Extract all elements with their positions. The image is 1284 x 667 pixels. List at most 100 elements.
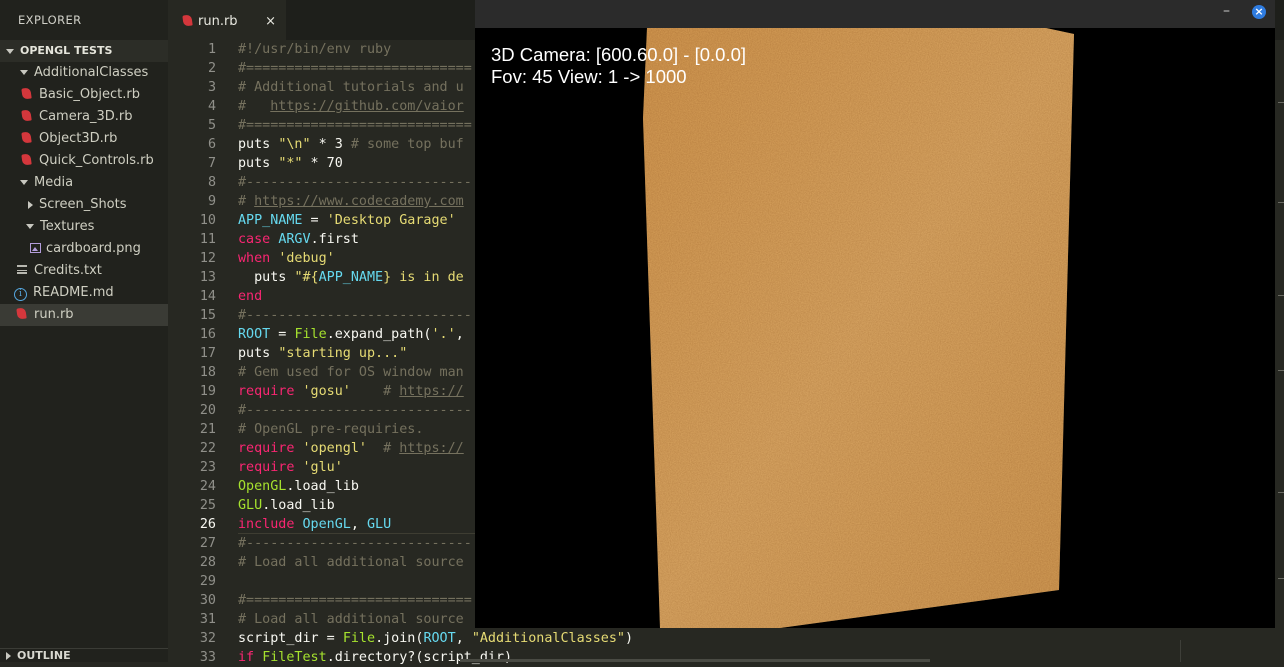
sidebar-item[interactable]: AdditionalClasses: [0, 62, 168, 84]
line-number: 27: [199, 536, 216, 551]
line-number: 1: [207, 42, 216, 57]
code-token: when: [238, 251, 271, 266]
code-token: APP_NAME: [238, 213, 303, 228]
line-number: 18: [199, 365, 216, 380]
code-token: .first: [310, 232, 359, 247]
outline-label: OUTLINE: [17, 649, 71, 662]
sidebar-item[interactable]: Object3D.rb: [0, 128, 168, 150]
line-number: 33: [199, 650, 216, 665]
code-token: "AdditionalClasses": [471, 631, 625, 646]
line-number: 15: [199, 308, 216, 323]
line-number: 26: [199, 517, 216, 532]
tab-close-icon[interactable]: ×: [265, 0, 276, 44]
line-number: 16: [199, 327, 216, 342]
code-line[interactable]: script_dir = File.join(ROOT, "Additional…: [238, 629, 633, 648]
sidebar-item-label: Textures: [40, 219, 95, 234]
code-token: require: [238, 441, 295, 456]
code-token: #: [383, 384, 400, 399]
code-token: #----------------------------: [238, 308, 472, 323]
line-number: 23: [199, 460, 216, 475]
line-number: 7: [207, 156, 216, 171]
sidebar-item[interactable]: i README.md: [0, 282, 168, 304]
code-token: .directory?(script_dir): [326, 650, 513, 665]
sidebar-item-label: Quick_Controls.rb: [39, 153, 154, 168]
code-token: 'debug': [278, 251, 335, 266]
code-token: #: [383, 441, 400, 456]
code-token: end: [238, 289, 263, 304]
code-token: #----------------------------: [238, 536, 472, 551]
camera-readout: 3D Camera: [600.60.0] - [0.0.0]: [491, 44, 747, 65]
sidebar-item[interactable]: Basic_Object.rb: [0, 84, 168, 106]
code-token: OpenGL: [302, 517, 351, 532]
project-section[interactable]: OPENGL TESTS: [0, 40, 168, 62]
code-token: ): [625, 631, 634, 646]
sidebar-item-label: Object3D.rb: [39, 131, 118, 146]
sidebar-item[interactable]: Media: [0, 172, 168, 194]
info-icon: i: [14, 288, 27, 301]
ruby-file-icon: [21, 87, 32, 100]
code-token: ARGV: [278, 232, 311, 247]
sidebar-item[interactable]: run.rb: [0, 304, 168, 326]
code-token: 'opengl': [302, 441, 368, 456]
close-icon[interactable]: ×: [1252, 5, 1266, 19]
code-token: FileTest: [262, 650, 327, 665]
code-token: .expand_path(: [326, 327, 432, 342]
cardboard-texture: [643, 28, 1074, 628]
sidebar-item[interactable]: Screen_Shots: [0, 194, 168, 216]
line-number: 14: [199, 289, 216, 304]
line-number: 8: [207, 175, 216, 190]
line-number: 31: [199, 612, 216, 627]
code-token: File: [342, 631, 376, 646]
line-number: 2: [207, 61, 216, 76]
chevron-down-icon: [20, 70, 28, 75]
explorer-sidebar: EXPLORER OPENGL TESTS AdditionalClasses B…: [0, 0, 168, 662]
gosu-game-window[interactable]: – × 3D Camera: [600.60.0] - [0.0.0] Fov:…: [475, 0, 1275, 628]
code-token: puts: [238, 270, 295, 285]
explorer-header: EXPLORER: [18, 13, 82, 27]
chevron-down-icon: [20, 180, 28, 185]
sidebar-item[interactable]: Camera_3D.rb: [0, 106, 168, 128]
code-token: require: [238, 460, 295, 475]
chevron-right-icon: [28, 200, 33, 209]
game-window-titlebar[interactable]: – ×: [475, 0, 1275, 28]
code-token: .join(: [375, 631, 424, 646]
sidebar-item[interactable]: Credits.txt: [0, 260, 168, 282]
code-token: # OpenGL pre-requiries.: [238, 422, 424, 437]
line-number: 28: [199, 555, 216, 570]
tab-run-rb[interactable]: run.rb ×: [168, 0, 286, 40]
outline-section[interactable]: OUTLINE: [0, 648, 168, 662]
code-token: #============================: [238, 118, 472, 133]
code-line[interactable]: if FileTest.directory?(script_dir): [238, 648, 633, 667]
code-token: "starting up...": [278, 346, 408, 361]
code-token: ,: [455, 327, 464, 342]
code-token: .load_lib: [262, 498, 335, 513]
minimize-icon[interactable]: –: [1223, 3, 1230, 19]
sidebar-item[interactable]: Quick_Controls.rb: [0, 150, 168, 172]
cardboard-plane: [643, 28, 1074, 628]
sidebar-item-label: cardboard.png: [46, 241, 141, 256]
code-token: ,: [455, 631, 472, 646]
code-token: "#{: [294, 270, 319, 285]
sidebar-item[interactable]: cardboard.png: [0, 238, 168, 260]
code-token: https://: [399, 441, 464, 456]
line-number: 20: [199, 403, 216, 418]
render-canvas[interactable]: 3D Camera: [600.60.0] - [0.0.0] Fov: 45 …: [475, 28, 1275, 628]
line-number: 29: [199, 574, 216, 589]
sidebar-item[interactable]: Textures: [0, 216, 168, 238]
line-number: 3: [207, 80, 216, 95]
editor-ruler: [1180, 640, 1181, 662]
ruby-file-icon: [182, 14, 193, 27]
code-token: if: [238, 650, 255, 665]
line-number: 13: [199, 270, 216, 285]
line-number: 4: [207, 99, 216, 114]
chevron-down-icon: [26, 224, 34, 229]
ruby-file-icon: [21, 131, 32, 144]
code-token: GLU: [238, 498, 263, 513]
image-file-icon: [30, 243, 41, 253]
code-token: =: [302, 213, 327, 228]
line-number: 22: [199, 441, 216, 456]
sidebar-item-label: Screen_Shots: [39, 197, 127, 212]
